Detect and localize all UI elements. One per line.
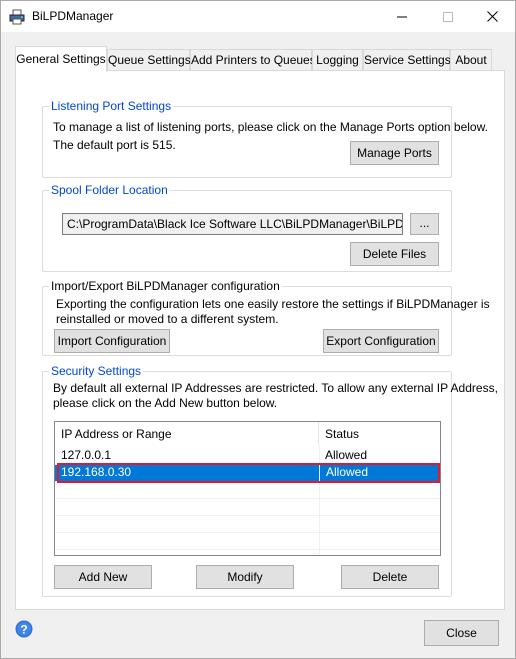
general-settings-panel: Listening Port Settings To manage a list… [15,70,505,610]
row-ip-cell: 192.168.0.30 [55,464,319,481]
ip-address-list[interactable]: IP Address or Range Status 127.0.0.1 All… [54,421,441,556]
tab-about[interactable]: About [450,49,492,70]
import-export-description-line2: reinstalled or moved to a different syst… [56,312,279,326]
grid-line [55,481,440,482]
security-description-line1: By default all external IP Addresses are… [53,381,498,395]
title-bar[interactable]: BiLPDManager [1,1,515,32]
app-window: BiLPDManager General Settings Queue Sett… [0,0,516,659]
import-export-group: Import/Export BiLPDManager configuration… [42,279,490,356]
delete-button[interactable]: Delete [341,565,439,589]
import-export-description-line1: Exporting the configuration lets one eas… [56,297,490,311]
spool-path-field[interactable]: C:\ProgramData\Black Ice Software LLC\Bi… [62,213,403,235]
tab-service-settings[interactable]: Service Settings [363,49,451,70]
add-new-button[interactable]: Add New [54,565,152,589]
window-title: BiLPDManager [32,9,114,23]
spool-folder-group: Spool Folder Location C:\ProgramData\Bla… [42,183,452,272]
modify-button[interactable]: Modify [196,565,294,589]
import-export-title: Import/Export BiLPDManager configuration [49,279,282,293]
tab-queue-settings[interactable]: Queue Settings [107,49,191,70]
grid-line [55,532,440,533]
help-icon[interactable]: ? [15,620,33,638]
export-configuration-button[interactable]: Export Configuration [323,329,439,353]
import-configuration-button[interactable]: Import Configuration [54,329,170,353]
grid-line [319,446,320,555]
row-status-cell: Allowed [325,448,368,462]
column-header-status[interactable]: Status [319,422,440,446]
spool-folder-title: Spool Folder Location [49,183,170,197]
manage-ports-button[interactable]: Manage Ports [350,141,439,165]
security-settings-group: Security Settings By default all externa… [42,364,498,597]
listening-port-description: To manage a list of listening ports, ple… [53,120,488,134]
column-header-ip[interactable]: IP Address or Range [55,422,319,446]
list-header: IP Address or Range Status [55,422,440,446]
grid-line [55,464,440,465]
grid-line [55,498,440,499]
close-icon [486,11,498,22]
tab-logging[interactable]: Logging [312,49,363,70]
maximize-button[interactable] [425,1,471,32]
delete-files-button[interactable]: Delete Files [350,242,439,266]
printer-icon [9,9,25,25]
table-row-selected[interactable]: 192.168.0.30 Allowed [55,464,440,481]
grid-line [55,549,440,550]
listening-port-title: Listening Port Settings [49,99,174,113]
security-settings-title: Security Settings [49,364,144,378]
tab-general-settings[interactable]: General Settings [15,46,107,72]
security-description-line2: please click on the Add New button below… [53,396,278,410]
default-port-text: The default port is 515. [53,138,176,152]
tab-add-printers-to-queues[interactable]: Add Printers to Queues [190,49,316,70]
listening-port-group: Listening Port Settings To manage a list… [42,99,488,178]
svg-text:?: ? [20,623,27,637]
maximize-icon [443,11,453,22]
close-button[interactable]: Close [424,620,499,646]
tab-strip: General Settings Queue Settings Add Prin… [15,46,505,72]
browse-button[interactable]: ... [410,213,439,235]
minimize-icon [397,16,407,17]
grid-line [55,515,440,516]
row-ip-cell: 127.0.0.1 [61,448,112,462]
row-status-cell: Allowed [320,464,440,481]
close-window-button[interactable] [469,1,515,32]
minimize-button[interactable] [379,1,425,32]
table-row[interactable]: 127.0.0.1 Allowed [55,447,440,464]
